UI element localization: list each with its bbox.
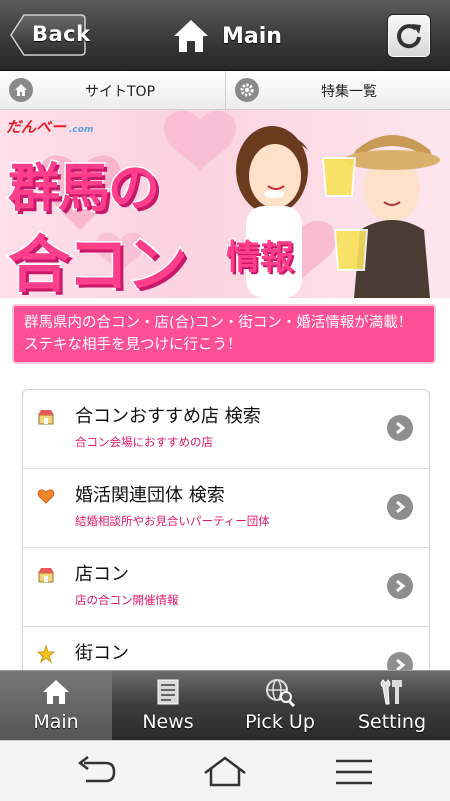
globe-search-icon	[266, 679, 295, 707]
list-item[interactable]: 合コンおすすめ店 検索 合コン会場におすすめの店	[23, 390, 429, 469]
banner-title-line2: 合コン	[6, 227, 189, 299]
menu-nav-icon[interactable]	[330, 755, 378, 789]
bottom-tab-bar: Main News Pick Up Setting	[0, 670, 450, 741]
feature-list-link[interactable]: 特集一覧	[226, 71, 450, 109]
tools-icon	[380, 679, 402, 705]
list-item-title: 婚活関連団体 検索	[75, 485, 225, 506]
tab-pickup-label: Pick Up	[245, 711, 315, 733]
tab-setting[interactable]: Setting	[336, 671, 450, 741]
news-icon	[157, 679, 179, 705]
page-title: Main	[222, 23, 282, 49]
gear-icon	[235, 78, 259, 102]
refresh-icon	[397, 24, 421, 49]
home-icon	[174, 20, 208, 52]
list-item-subtitle: 店の合コン開催情報	[75, 593, 179, 607]
banner-logo: だんべー .com	[6, 118, 94, 136]
list-item-subtitle: 結婚相談所やお見合いパーティー団体	[75, 514, 270, 528]
back-button-label: Back	[32, 22, 91, 46]
home-icon	[9, 78, 33, 102]
tab-main-label: Main	[33, 711, 79, 733]
star-icon	[37, 645, 55, 663]
refresh-button[interactable]	[387, 14, 431, 58]
menu-list: 合コンおすすめ店 検索 合コン会場におすすめの店 婚活関連団体 検索 結婚相談所…	[22, 389, 430, 691]
site-top-link[interactable]: サイトTOP	[0, 71, 226, 109]
tab-news[interactable]: News	[112, 671, 224, 741]
feature-list-label: 特集一覧	[321, 84, 377, 100]
page-title-group: Main	[172, 18, 282, 54]
chevron-right-icon	[387, 494, 413, 520]
list-item[interactable]: 店コン 店の合コン開催情報	[23, 548, 429, 627]
banner-title-line3: 情報	[225, 237, 295, 279]
back-nav-icon[interactable]	[72, 755, 120, 789]
tab-setting-label: Setting	[357, 711, 427, 733]
tab-news-label: News	[142, 711, 194, 733]
home-icon	[43, 680, 69, 704]
app-header: Back Main	[0, 0, 450, 71]
tab-main[interactable]: Main	[0, 671, 112, 741]
heart-icon	[37, 489, 55, 504]
intro-message: 群馬県内の合コン・店(合)コン・街コン・婚活情報が満載！ステキな相手を見つけに行…	[12, 304, 436, 364]
banner-title-line1: 群馬の	[6, 158, 161, 221]
site-top-label: サイトTOP	[85, 84, 156, 100]
list-item-title: 合コンおすすめ店 検索	[75, 406, 261, 427]
tab-pickup[interactable]: Pick Up	[224, 671, 336, 741]
home-nav-icon[interactable]	[201, 755, 249, 789]
chevron-right-icon	[387, 415, 413, 441]
shop-icon	[38, 410, 54, 425]
list-item-title: 店コン	[75, 564, 129, 585]
list-item[interactable]: 婚活関連団体 検索 結婚相談所やお見合いパーティー団体	[23, 469, 429, 548]
shop-icon	[38, 568, 54, 583]
list-item-subtitle: 合コン会場におすすめの店	[75, 435, 213, 449]
list-item-title: 街コン	[75, 643, 129, 664]
system-navigation-bar	[0, 740, 450, 801]
promo-banner: だんべー .com 群馬の 合コン 情報	[0, 110, 450, 298]
chevron-right-icon	[387, 573, 413, 599]
sub-navigation: サイトTOP 特集一覧	[0, 71, 450, 110]
back-button[interactable]: Back	[10, 14, 90, 56]
